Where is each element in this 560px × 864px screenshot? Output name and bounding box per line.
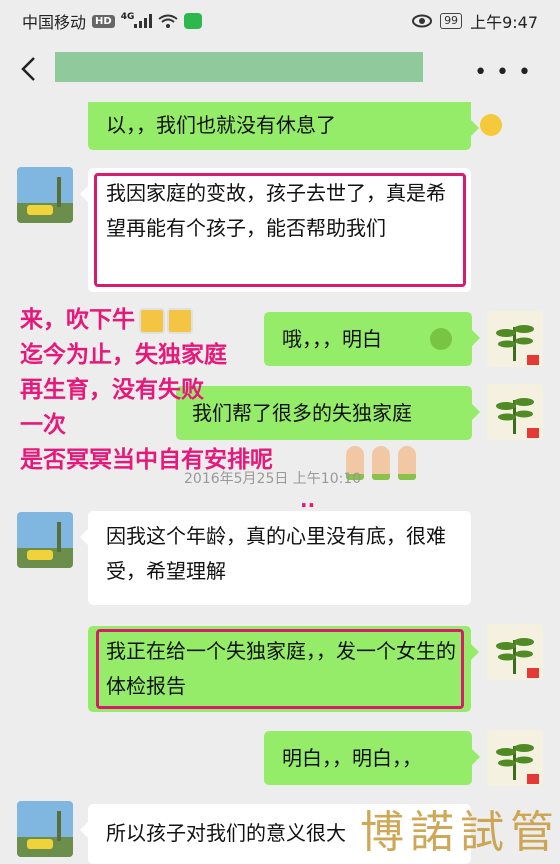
- message-text: 以，，我们也就没有休息了: [106, 113, 336, 137]
- message-bubble[interactable]: 以，，我们也就没有休息了: [88, 102, 502, 150]
- my-avatar[interactable]: [487, 624, 543, 680]
- message-text: 哦，，，明白: [282, 327, 382, 351]
- network-type-label: 4G: [120, 12, 135, 22]
- overlay-line: 来，吹下牛: [20, 306, 135, 333]
- message-bubble[interactable]: 我正在给一个失独家庭，，发一个女生的体检报告: [88, 626, 479, 712]
- message-text: 我正在给一个失独家庭，，发一个女生的体检报告: [106, 639, 456, 698]
- overlay-line: 再生育，没有失败: [20, 376, 204, 403]
- overlay-line: 迄今为止，失独家庭: [20, 341, 227, 368]
- eye-icon: [412, 14, 433, 28]
- overlay-line: 一次: [20, 411, 66, 438]
- hd-badge: HD: [92, 14, 115, 28]
- wechat-notification-icon: [184, 13, 203, 29]
- carrier-label: 中国移动: [22, 13, 87, 32]
- more-horizontal-icon[interactable]: • • •: [474, 62, 532, 84]
- signal-icon: [134, 14, 153, 28]
- smiley-emoji-icon: [480, 114, 502, 136]
- contact-avatar[interactable]: [17, 801, 73, 857]
- message-bubble[interactable]: 我因家庭的变故，孩子去世了，真是希望再能有个孩子，能否帮助我们: [80, 168, 471, 292]
- message-text: 明白，，明白，，: [282, 746, 422, 770]
- overlay-trailing-dots: ..: [300, 488, 316, 512]
- my-avatar[interactable]: [487, 730, 543, 786]
- wifi-icon: [158, 14, 178, 28]
- contact-avatar[interactable]: [17, 512, 73, 568]
- battery-icon: 99: [440, 13, 463, 29]
- frog-emoji-icon: [430, 328, 452, 350]
- my-avatar[interactable]: [487, 311, 543, 367]
- my-avatar[interactable]: [487, 384, 543, 440]
- message-timestamp: 2016年5月25日 上午10:10: [184, 471, 362, 487]
- chat-header: • • •: [0, 38, 560, 104]
- beer-emoji-icon: [139, 308, 165, 334]
- message-bubble[interactable]: 因我这个年龄，真的心里没有底，很难受，希望理解: [80, 511, 471, 605]
- overlay-annotation: 来，吹下牛 迄今为止，失独家庭 再生育，没有失败 一次 是否冥冥当中自有安排呢: [20, 302, 273, 477]
- watermark: 博諾試管: [360, 807, 560, 858]
- message-bubble[interactable]: 哦，，，明白: [264, 312, 480, 366]
- message-text: 因我这个年龄，真的心里没有底，很难受，希望理解: [106, 524, 446, 583]
- chat-title: [55, 52, 423, 82]
- message-bubble[interactable]: 明白，，明白，，: [264, 731, 480, 785]
- status-bar: 中国移动 HD 4G 99 上午9:47: [0, 0, 560, 38]
- chevron-left-icon[interactable]: [18, 56, 40, 82]
- message-text: 我因家庭的变故，孩子去世了，真是希望再能有个孩子，能否帮助我们: [106, 181, 446, 240]
- clock-label: 上午9:47: [470, 13, 538, 32]
- contact-avatar[interactable]: [17, 167, 73, 223]
- beer-emoji-icon: [167, 308, 193, 334]
